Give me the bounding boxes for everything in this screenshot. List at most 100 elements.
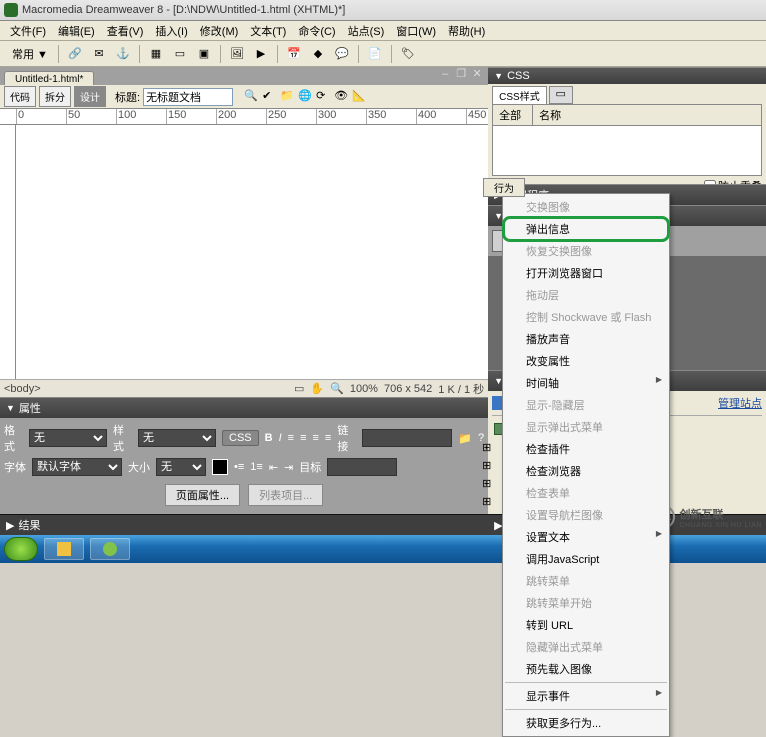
results-panel-header[interactable]: ▶ 结果 (0, 514, 488, 535)
window-size[interactable]: 706 x 542 (384, 383, 432, 395)
anchor-icon[interactable]: ⚓ (113, 44, 133, 64)
zoom-level[interactable]: 100% (350, 383, 378, 395)
align-justify-icon[interactable]: ≡ (325, 432, 331, 444)
media-icon[interactable]: ▶ (251, 44, 271, 64)
manage-sites-link[interactable]: 管理站点 (718, 395, 762, 411)
menu-item[interactable]: 文件(F) (4, 21, 52, 41)
tag-chooser-icon[interactable]: 🏷 (398, 44, 418, 64)
ul-icon[interactable]: •≡ (234, 461, 244, 473)
italic-icon[interactable]: I (279, 432, 282, 444)
zoom-tool-icon[interactable]: 🔍 (330, 382, 344, 395)
menu-item[interactable]: 获取更多行为... (504, 712, 668, 734)
css-button[interactable]: CSS (222, 430, 259, 446)
view-options-icon[interactable]: 👁 (334, 89, 350, 105)
bold-icon[interactable]: B (265, 432, 273, 444)
visual-aids-icon[interactable]: 📐 (352, 89, 368, 105)
menu-item[interactable]: 播放声音 (504, 328, 668, 350)
style-select[interactable]: 无 (138, 429, 216, 447)
menu-item[interactable]: 转到 URL (504, 614, 668, 636)
menu-item[interactable]: 预先载入图像 (504, 658, 668, 680)
css-rule-list[interactable] (492, 126, 762, 176)
table-icon[interactable]: ▦ (146, 44, 166, 64)
no-browser-check-icon[interactable]: 🔍 (244, 89, 260, 105)
minimize-icon[interactable]: ‒ (438, 68, 452, 82)
server-icon[interactable]: ◆ (308, 44, 328, 64)
color-swatch[interactable] (212, 459, 228, 475)
preview-icon[interactable]: 🌐 (298, 89, 314, 105)
comment-icon[interactable]: 💬 (332, 44, 352, 64)
size-select[interactable]: 无 (156, 458, 206, 476)
restore-icon[interactable]: ❐ (454, 68, 468, 82)
view-code-button[interactable]: 代码 (4, 86, 36, 107)
menu-item[interactable]: 编辑(E) (52, 21, 101, 41)
layer-icon[interactable]: ▭ (170, 44, 190, 64)
format-select[interactable]: 无 (29, 429, 107, 447)
css-styles-tab[interactable]: CSS样式 (492, 86, 547, 104)
email-icon[interactable]: ✉ (89, 44, 109, 64)
document-title-input[interactable] (143, 88, 233, 106)
document-toolbar: 代码 拆分 设计 标题: 🔍 ✔ 📁 🌐 ⟳ 👁 📐 (0, 85, 488, 109)
div-icon[interactable]: ▣ (194, 44, 214, 64)
app-icon (4, 3, 18, 17)
menu-item[interactable]: 检查插件 (504, 438, 668, 460)
outdent-icon[interactable]: ⇤ (269, 461, 278, 474)
insert-category[interactable]: 常用 ▼ (8, 46, 52, 62)
page-body[interactable] (16, 125, 488, 379)
target-label: 目标 (299, 459, 321, 475)
menu-item[interactable]: 显示事件 (504, 685, 668, 707)
menu-item[interactable]: 调用JavaScript (504, 548, 668, 570)
document-tab[interactable]: Untitled-1.html* (4, 71, 94, 85)
close-icon[interactable]: ✕ (470, 68, 484, 82)
menu-item[interactable]: 时间轴 (504, 372, 668, 394)
view-design-button[interactable]: 设计 (74, 86, 106, 107)
collapse-icon[interactable]: ▼ (6, 403, 15, 413)
menu-item[interactable]: 文本(T) (244, 21, 292, 41)
view-split-button[interactable]: 拆分 (39, 86, 71, 107)
menu-item[interactable]: 设置文本 (504, 526, 668, 548)
select-tool-icon[interactable]: ▭ (294, 382, 304, 395)
target-input[interactable] (327, 458, 397, 476)
layers-tab-icon[interactable]: ▭ (549, 86, 573, 104)
align-center-icon[interactable]: ≡ (300, 432, 306, 444)
col-all[interactable]: 全部 (493, 105, 533, 125)
image-icon[interactable]: 🖼 (227, 44, 247, 64)
css-panel-header[interactable]: ▼ CSS (488, 67, 766, 84)
hyperlink-icon[interactable]: 🔗 (65, 44, 85, 64)
collapse-icon[interactable]: ▼ (494, 71, 503, 81)
taskbar-item-dreamweaver[interactable] (90, 538, 130, 560)
design-canvas[interactable] (0, 125, 488, 379)
refresh-icon[interactable]: ⟳ (316, 89, 332, 105)
start-button[interactable] (4, 537, 38, 561)
menu-item[interactable]: 站点(S) (342, 21, 391, 41)
menu-item[interactable]: 打开浏览器窗口 (504, 262, 668, 284)
font-select[interactable]: 默认字体 (32, 458, 122, 476)
list-item-button[interactable]: 列表项目... (248, 484, 323, 506)
hand-tool-icon[interactable]: ✋ (310, 382, 324, 395)
menu-item[interactable]: 检查浏览器 (504, 460, 668, 482)
expand-icon[interactable]: ▶ (6, 519, 14, 532)
menu-item[interactable]: 插入(I) (149, 21, 193, 41)
link-input[interactable] (362, 429, 452, 447)
ol-icon[interactable]: 1≡ (250, 461, 263, 473)
menu-item[interactable]: 改变属性 (504, 350, 668, 372)
date-icon[interactable]: 📅 (284, 44, 304, 64)
browse-link-icon[interactable]: 📁 (458, 432, 472, 445)
menu-item[interactable]: 弹出信息 (504, 218, 668, 240)
menu-item[interactable]: 命令(C) (292, 21, 341, 41)
validate-icon[interactable]: ✔ (262, 89, 278, 105)
menu-item[interactable]: 查看(V) (101, 21, 150, 41)
align-left-icon[interactable]: ≡ (288, 432, 294, 444)
file-mgmt-icon[interactable]: 📁 (280, 89, 296, 105)
menu-item[interactable]: 帮助(H) (442, 21, 491, 41)
menu-item[interactable]: 修改(M) (194, 21, 245, 41)
properties-panel-header[interactable]: ▼ 属性 (0, 397, 488, 418)
taskbar-item-explorer[interactable] (44, 538, 84, 560)
templates-icon[interactable]: 📄 (365, 44, 385, 64)
align-right-icon[interactable]: ≡ (312, 432, 318, 444)
panel-title: 属性 (19, 400, 41, 416)
col-name[interactable]: 名称 (533, 105, 761, 125)
page-properties-button[interactable]: 页面属性... (165, 484, 240, 506)
tag-path[interactable]: <body> (4, 383, 41, 395)
indent-icon[interactable]: ⇥ (284, 461, 293, 474)
menu-item[interactable]: 窗口(W) (390, 21, 442, 41)
